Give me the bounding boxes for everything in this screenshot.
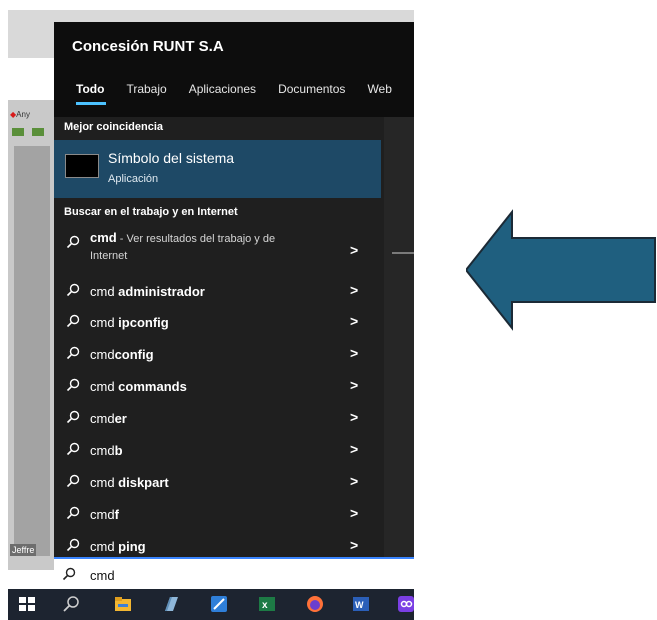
word-icon[interactable]: W xyxy=(352,595,370,613)
start-search-menu: Concesión RUNT S.A Todo Trabajo Aplicaci… xyxy=(54,22,414,557)
best-match-result[interactable]: Símbolo del sistema Aplicación xyxy=(54,140,381,198)
suggestion-text: cmdconfig xyxy=(90,347,154,362)
suggestion-cmd-administrador[interactable]: cmd administrador > xyxy=(54,276,381,308)
snipping-tool-icon[interactable] xyxy=(210,595,228,613)
chevron-right-icon: > xyxy=(350,473,359,489)
best-match-name: Símbolo del sistema xyxy=(108,150,235,166)
search-icon xyxy=(66,506,80,520)
suggestion-cmdb[interactable]: cmdb > xyxy=(54,435,381,467)
search-work-web-heading: Buscar en el trabajo y en Internet xyxy=(64,206,238,218)
file-explorer-icon[interactable] xyxy=(114,595,132,613)
preview-pane xyxy=(384,117,414,557)
suggestion-cmdf[interactable]: cmdf > xyxy=(54,499,381,531)
suggestion-text: cmd - Ver resultados del trabajo y de Int… xyxy=(90,230,276,262)
suggestion-text: cmder xyxy=(90,411,127,426)
chevron-right-icon: > xyxy=(350,505,359,521)
background-panel xyxy=(14,146,50,556)
suggestion-text: cmd administrador xyxy=(90,284,205,299)
taskbar-search-icon[interactable] xyxy=(62,595,80,613)
search-icon xyxy=(66,538,80,552)
suggestion-cmd-ping[interactable]: cmd ping > xyxy=(54,531,381,557)
preview-divider xyxy=(392,252,414,254)
chevron-right-icon: > xyxy=(350,242,359,258)
background-toolbar xyxy=(12,128,52,136)
background-username: Jeffre xyxy=(10,544,37,556)
tab-aplicaciones[interactable]: Aplicaciones xyxy=(189,82,256,96)
suggestion-cmd-web[interactable]: cmd - Ver resultados del trabajo y de Int… xyxy=(54,228,381,272)
search-icon xyxy=(66,346,80,360)
chevron-right-icon: > xyxy=(350,537,359,553)
chevron-right-icon: > xyxy=(350,282,359,298)
chevron-right-icon: > xyxy=(350,345,359,361)
search-icon xyxy=(66,235,80,249)
tab-web[interactable]: Web xyxy=(367,82,391,96)
best-match-heading: Mejor coincidencia xyxy=(64,121,164,133)
suggestion-text: cmdf xyxy=(90,507,119,522)
suggestion-text: cmd diskpart xyxy=(90,475,169,490)
chevron-right-icon: > xyxy=(350,409,359,425)
suggestion-cmd-commands[interactable]: cmd commands > xyxy=(54,371,381,403)
search-input[interactable]: cmd xyxy=(54,557,414,591)
suggestion-cmd-diskpart[interactable]: cmd diskpart > xyxy=(54,467,381,499)
search-query: cmd xyxy=(90,568,115,583)
excel-icon[interactable]: x xyxy=(258,595,276,613)
windows-start-icon[interactable] xyxy=(18,595,36,613)
anydesk-label: ◆Any xyxy=(10,110,30,119)
tab-todo[interactable]: Todo xyxy=(76,82,107,105)
search-icon xyxy=(66,314,80,328)
suggestion-text: cmd ipconfig xyxy=(90,315,169,330)
svg-text:W: W xyxy=(355,600,364,610)
chevron-right-icon: > xyxy=(350,313,359,329)
app-icon[interactable] xyxy=(398,595,414,613)
chevron-right-icon: > xyxy=(350,441,359,457)
search-tabs: Todo Trabajo Aplicaciones Documentos Web xyxy=(76,82,392,105)
menu-header: Concesión RUNT S.A Todo Trabajo Aplicaci… xyxy=(54,22,414,117)
tab-trabajo[interactable]: Trabajo xyxy=(126,82,166,96)
suggestion-cmdconfig[interactable]: cmdconfig > xyxy=(54,339,381,371)
search-icon xyxy=(66,410,80,424)
left-arrow-annotation xyxy=(466,209,656,331)
command-prompt-icon xyxy=(65,154,99,178)
suggestion-cmd-ipconfig[interactable]: cmd ipconfig > xyxy=(54,307,381,339)
suggestion-text: cmd commands xyxy=(90,379,187,394)
svg-text:x: x xyxy=(262,600,268,611)
search-icon xyxy=(66,442,80,456)
suggestion-text: cmdb xyxy=(90,443,123,458)
suggestion-text: cmd ping xyxy=(90,539,146,554)
search-icon xyxy=(66,474,80,488)
search-icon xyxy=(66,283,80,297)
organization-title: Concesión RUNT S.A xyxy=(72,38,224,55)
taskbar: x W xyxy=(8,589,414,620)
best-match-kind: Aplicación xyxy=(108,173,159,185)
search-icon xyxy=(66,378,80,392)
firefox-icon[interactable] xyxy=(306,595,324,613)
notes-app-icon[interactable] xyxy=(162,595,180,613)
search-icon xyxy=(62,567,76,581)
chevron-right-icon: > xyxy=(350,377,359,393)
suggestion-cmder[interactable]: cmder > xyxy=(54,403,381,435)
tab-documentos[interactable]: Documentos xyxy=(278,82,345,96)
background-window-left: ◆Any Jeffre xyxy=(8,100,56,570)
